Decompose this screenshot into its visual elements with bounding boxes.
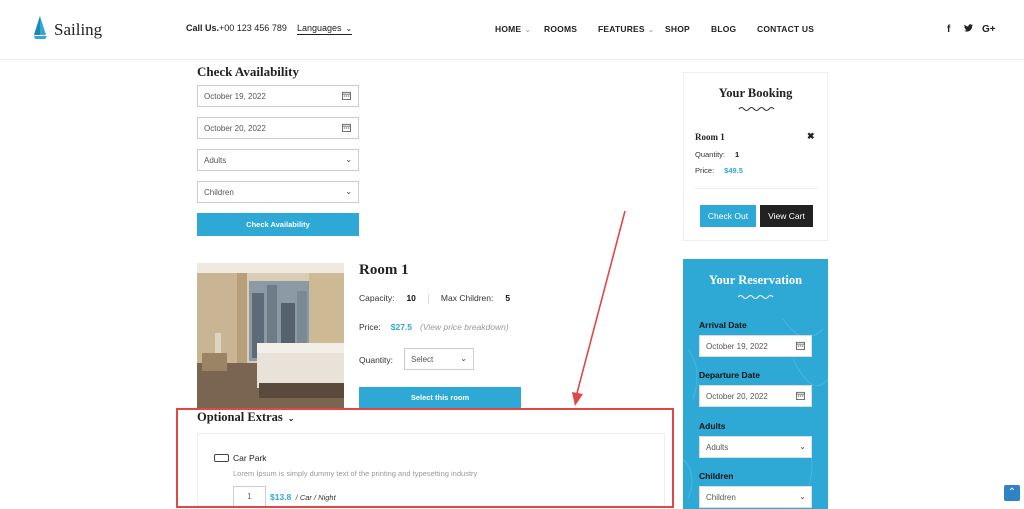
- your-reservation-panel: Your Reservation Arrival Date October 19…: [683, 259, 828, 509]
- nav-contact-label: CONTACT US: [757, 24, 815, 34]
- price-breakdown-link[interactable]: (View price breakdown): [420, 322, 509, 332]
- max-children-label: Max Children:: [440, 293, 494, 303]
- reservation-adults-value: Adults: [706, 443, 729, 452]
- check-out-date-field[interactable]: October 20, 2022: [197, 117, 359, 139]
- quantity-label: Quantity:: [359, 355, 394, 365]
- departure-date-label: Departure Date: [699, 370, 760, 380]
- calendar-icon: [342, 91, 351, 100]
- nav-features-label: FEATURES: [598, 24, 645, 34]
- call-label: Call Us.: [186, 23, 220, 33]
- select-room-button[interactable]: Select this room: [359, 387, 521, 408]
- wave-divider-icon: [737, 295, 774, 299]
- twitter-icon[interactable]: [964, 24, 973, 35]
- arrival-date-value: October 19, 2022: [706, 342, 768, 351]
- view-cart-button[interactable]: View Cart: [760, 205, 813, 227]
- logo-text: Sailing: [54, 20, 103, 39]
- quantity-select-value: Select: [411, 355, 434, 364]
- chevron-down-icon: ⌄: [345, 155, 352, 164]
- calendar-icon: [342, 123, 351, 132]
- languages-dropdown[interactable]: Languages ⌄: [297, 23, 353, 35]
- nav-blog-label: BLOG: [711, 24, 737, 34]
- call-us: Call Us.+00 123 456 789: [186, 23, 287, 33]
- nav-rooms[interactable]: ROOMS: [544, 24, 577, 34]
- reservation-title: Your Reservation: [708, 273, 803, 287]
- bedroom-image: [197, 263, 344, 408]
- reservation-adults-select[interactable]: Adults ⌄: [699, 436, 812, 458]
- booking-room-name: Room 1: [695, 132, 725, 142]
- arrival-date-label: Arrival Date: [699, 320, 747, 330]
- facebook-icon[interactable]: f: [947, 24, 950, 35]
- departure-date-field[interactable]: October 20, 2022: [699, 385, 812, 407]
- nav-home-label: HOME: [495, 24, 522, 34]
- google-plus-icon[interactable]: G+: [982, 24, 996, 35]
- booking-title: Your Booking: [718, 86, 793, 100]
- departure-date-value: October 20, 2022: [706, 392, 768, 401]
- chevron-down-icon: ⌄: [524, 25, 532, 34]
- arrival-date-field[interactable]: October 19, 2022: [699, 335, 812, 357]
- calendar-icon: [796, 391, 805, 400]
- chevron-down-icon: ⌄: [460, 354, 467, 363]
- capacity-value: 10: [406, 293, 416, 303]
- logo[interactable]: Sailing: [32, 14, 102, 40]
- nav-shop[interactable]: SHOP: [665, 24, 690, 34]
- check-out-button[interactable]: Check Out: [700, 205, 756, 227]
- room-quantity-select[interactable]: Select ⌄: [404, 348, 474, 370]
- languages-label: Languages: [297, 23, 342, 33]
- nav-rooms-label: ROOMS: [544, 24, 578, 34]
- site-header: Sailing Call Us.+00 123 456 789 Language…: [0, 0, 1024, 60]
- booking-price-label: Price:: [695, 166, 715, 175]
- nav-features[interactable]: FEATURES ⌄: [598, 24, 655, 34]
- capacity-label: Capacity:: [359, 293, 395, 303]
- your-booking-panel: Your Booking Room 1 ✖ Quantity: 1 Price: $…: [683, 72, 828, 241]
- booking-price-value: $49.5: [724, 166, 743, 175]
- divider: [695, 188, 818, 189]
- price-value: $27.5: [390, 322, 413, 332]
- divider: [427, 293, 429, 304]
- check-in-date-field[interactable]: October 19, 2022: [197, 85, 359, 107]
- booking-price: Price: $49.5: [695, 166, 743, 175]
- adults-select[interactable]: Adults ⌄: [197, 149, 359, 171]
- chevron-down-icon: ⌄: [647, 25, 655, 34]
- nav-contact[interactable]: CONTACT US: [757, 24, 814, 34]
- children-select[interactable]: Children ⌄: [197, 181, 359, 203]
- chevron-down-icon: ⌄: [345, 24, 353, 33]
- adults-value: Adults: [204, 156, 227, 165]
- room-capacity: Capacity: 10 Max Children: 5: [359, 293, 510, 304]
- price-label: Price:: [359, 322, 381, 332]
- highlight-box: [176, 408, 674, 508]
- room-photo[interactable]: [197, 263, 344, 408]
- chevron-down-icon: ⌄: [799, 442, 806, 451]
- sailboat-logo-icon: [34, 16, 47, 39]
- booking-quantity: Quantity: 1: [695, 150, 739, 159]
- nav-shop-label: SHOP: [665, 24, 690, 34]
- check-out-value: October 20, 2022: [204, 124, 266, 133]
- room-title: Room 1: [359, 262, 409, 278]
- nav-blog[interactable]: BLOG: [711, 24, 736, 34]
- booking-quantity-value: 1: [735, 150, 740, 159]
- room-price: Price: $27.5 (View price breakdown): [359, 322, 509, 332]
- chevron-down-icon: ⌄: [799, 492, 806, 501]
- nav-home[interactable]: HOME ⌄: [495, 24, 531, 34]
- wave-divider-icon: [738, 107, 775, 111]
- check-availability-title: Check Availability: [197, 64, 299, 79]
- arrow-up-icon[interactable]: ⌃: [1004, 485, 1020, 501]
- calendar-icon: [796, 341, 805, 350]
- close-icon[interactable]: ✖: [807, 131, 815, 142]
- reservation-children-select[interactable]: Children ⌄: [699, 486, 812, 508]
- chevron-down-icon: ⌄: [345, 187, 352, 196]
- reservation-children-value: Children: [706, 493, 736, 502]
- check-in-value: October 19, 2022: [204, 92, 266, 101]
- children-value: Children: [204, 188, 234, 197]
- check-availability-button[interactable]: Check Availability: [197, 213, 359, 236]
- reservation-children-label: Children: [699, 471, 734, 481]
- reservation-adults-label: Adults: [699, 421, 726, 431]
- booking-quantity-label: Quantity:: [695, 150, 726, 159]
- call-number: +00 123 456 789: [219, 23, 287, 33]
- max-children-value: 5: [505, 293, 511, 303]
